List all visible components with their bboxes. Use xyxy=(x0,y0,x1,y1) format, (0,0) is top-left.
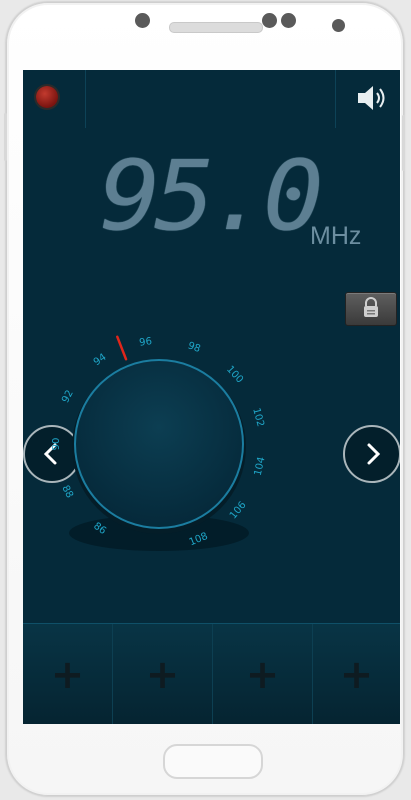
toolbar-divider xyxy=(335,70,336,128)
frequency-pointer xyxy=(116,335,128,361)
preset-slot-3[interactable]: + xyxy=(213,624,313,724)
add-preset-icon: + xyxy=(245,651,280,698)
chevron-right-icon xyxy=(367,443,381,465)
add-preset-icon: + xyxy=(50,651,85,698)
dial-label-94: 94 xyxy=(92,352,109,368)
dial-label-106: 106 xyxy=(228,500,249,522)
next-station-button[interactable] xyxy=(343,425,400,483)
lock-icon xyxy=(364,297,378,317)
frequency-display: 95.0 MHz xyxy=(100,148,385,258)
camera-icon xyxy=(135,13,150,28)
front-camera-icon xyxy=(332,19,345,32)
preset-bar: + + + + xyxy=(23,623,400,724)
chevron-left-icon xyxy=(43,443,57,465)
radio-screen: 95.0 MHz 86 88 90 92 94 96 98 100 102 104 106 1 xyxy=(23,70,400,724)
dial-label-92: 92 xyxy=(60,388,76,404)
preset-slot-1[interactable]: + xyxy=(23,624,113,724)
toolbar-divider xyxy=(85,70,86,128)
top-toolbar xyxy=(23,70,400,128)
preset-slot-2[interactable]: + xyxy=(113,624,213,724)
record-icon[interactable] xyxy=(36,86,58,108)
dial-label-100: 100 xyxy=(224,364,245,386)
earpiece-speaker xyxy=(169,22,263,33)
preset-slot-4[interactable]: + xyxy=(313,624,400,724)
home-button[interactable] xyxy=(163,744,263,779)
dial-label-98: 98 xyxy=(186,340,202,355)
lock-button[interactable] xyxy=(345,292,397,326)
speaker-icon[interactable] xyxy=(356,84,390,112)
dial-label-90: 90 xyxy=(51,438,62,451)
sensor-icon xyxy=(281,13,296,28)
tuning-knob[interactable] xyxy=(74,359,244,529)
dial-label-102: 102 xyxy=(250,407,266,428)
sensor-icon xyxy=(262,13,277,28)
frequency-unit: MHz xyxy=(310,222,362,250)
dial-label-104: 104 xyxy=(253,456,268,477)
dial-label-88: 88 xyxy=(59,484,75,500)
add-preset-icon: + xyxy=(145,651,180,698)
side-button xyxy=(4,113,7,161)
add-preset-icon: + xyxy=(339,651,374,698)
frequency-value: 95.0 xyxy=(99,140,324,252)
dial-label-96: 96 xyxy=(139,336,153,349)
side-button xyxy=(402,115,405,171)
